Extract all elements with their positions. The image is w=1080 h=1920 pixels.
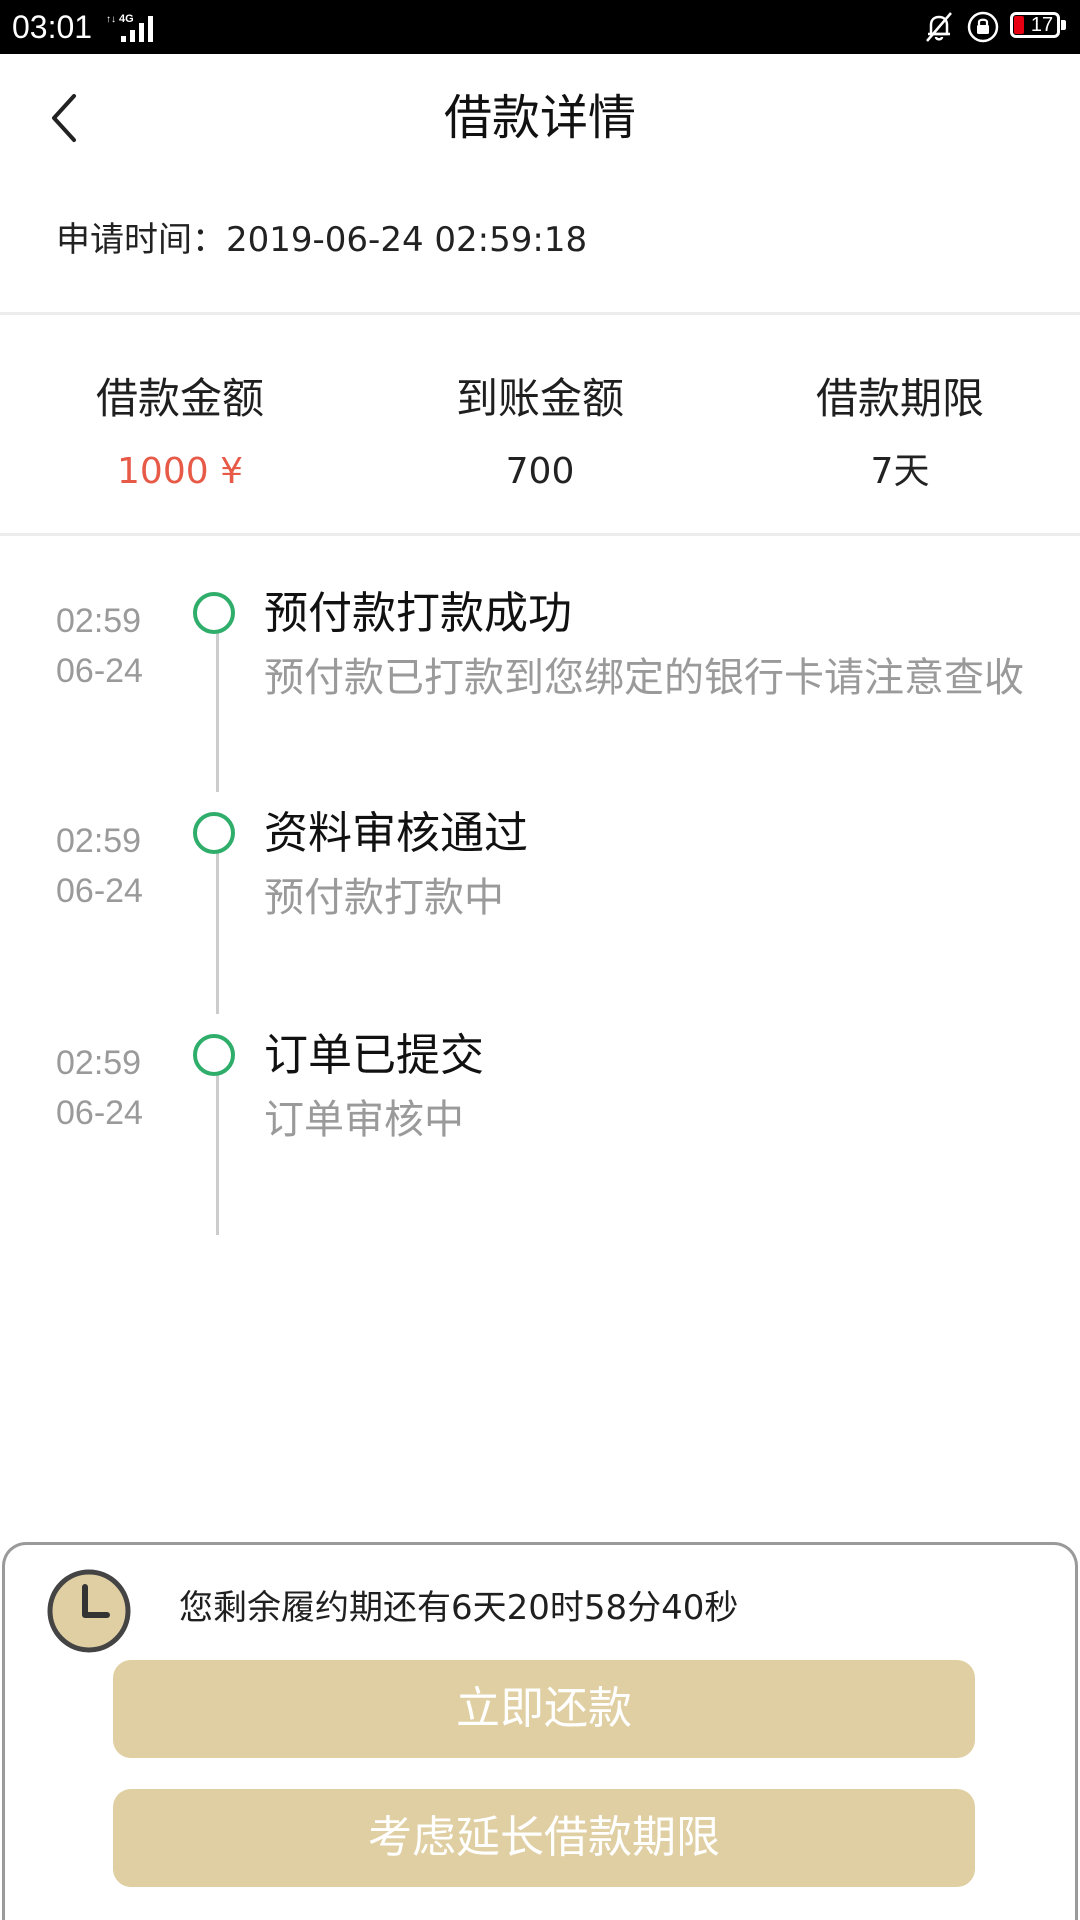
timeline-time: 02:59 06-24 [56,816,143,916]
timeline-title: 预付款打款成功 [264,588,572,639]
signal-4g-icon: ↑↓ 4G [106,13,153,42]
summary-amount: 借款金额 1000 ¥ [0,370,360,494]
timeline-date: 06-24 [56,872,143,910]
battery-level: 17 [1030,14,1054,36]
amount-value: 1000 ¥ [117,451,243,492]
timeline-desc: 预付款已打款到您绑定的银行卡请注意查收 [264,655,1024,701]
clock-icon [47,1569,131,1653]
timeline-clock: 02:59 [56,602,142,640]
timeline-date: 06-24 [56,1094,143,1132]
timeline-time: 02:59 06-24 [56,1038,143,1138]
timeline-time: 02:59 06-24 [56,596,143,696]
timeline-item: 02:59 06-24 资料审核通过 预付款打款中 [0,780,1080,1000]
repayment-panel: 您剩余履约期还有6天20时58分40秒 立即还款 考虑延长借款期限 [2,1542,1078,1920]
status-icons: 17 [922,9,1068,45]
loan-summary: 借款金额 1000 ¥ 到账金额 700 借款期限 7天 [0,370,1080,520]
received-value: 700 [505,451,575,492]
received-label: 到账金额 [455,374,624,423]
timeline-date: 06-24 [56,652,143,690]
battery-icon: 17 [1010,12,1068,42]
svg-text:4G: 4G [119,13,134,25]
timeline-title: 资料审核通过 [264,808,528,859]
rotation-lock-icon [967,11,999,43]
header: 借款详情 [0,54,1080,184]
timeline-dot-icon [193,812,235,854]
timeline-item: 02:59 06-24 订单已提交 订单审核中 [0,1002,1080,1222]
svg-text:↑↓: ↑↓ [106,14,116,25]
page-title: 借款详情 [443,90,636,146]
term-value: 7天 [870,451,930,492]
repay-now-button[interactable]: 立即还款 [113,1660,975,1758]
amount-label: 借款金额 [95,374,264,423]
apply-time: 申请时间：2019-06-24 02:59:18 [56,220,588,260]
divider [0,312,1080,315]
status-time: 03:01 [12,9,93,45]
status-bar: 03:01 ↑↓ 4G 17 [0,0,1080,54]
summary-term: 借款期限 7天 [720,370,1080,494]
summary-received: 到账金额 700 [360,370,720,494]
divider [0,533,1080,536]
bell-off-icon [926,12,952,42]
timeline-item: 02:59 06-24 预付款打款成功 预付款已打款到您绑定的银行卡请注意查收 [0,560,1080,780]
timeline-desc: 预付款打款中 [264,875,504,921]
countdown-text: 您剩余履约期还有6天20时58分40秒 [179,1588,739,1628]
term-label: 借款期限 [815,374,984,423]
timeline-clock: 02:59 [56,822,142,860]
timeline-dot-icon [193,592,235,634]
extend-term-button[interactable]: 考虑延长借款期限 [113,1789,975,1887]
timeline-clock: 02:59 [56,1044,142,1082]
timeline-desc: 订单审核中 [264,1097,464,1143]
timeline-dot-icon [193,1034,235,1076]
timeline-title: 订单已提交 [264,1030,484,1081]
